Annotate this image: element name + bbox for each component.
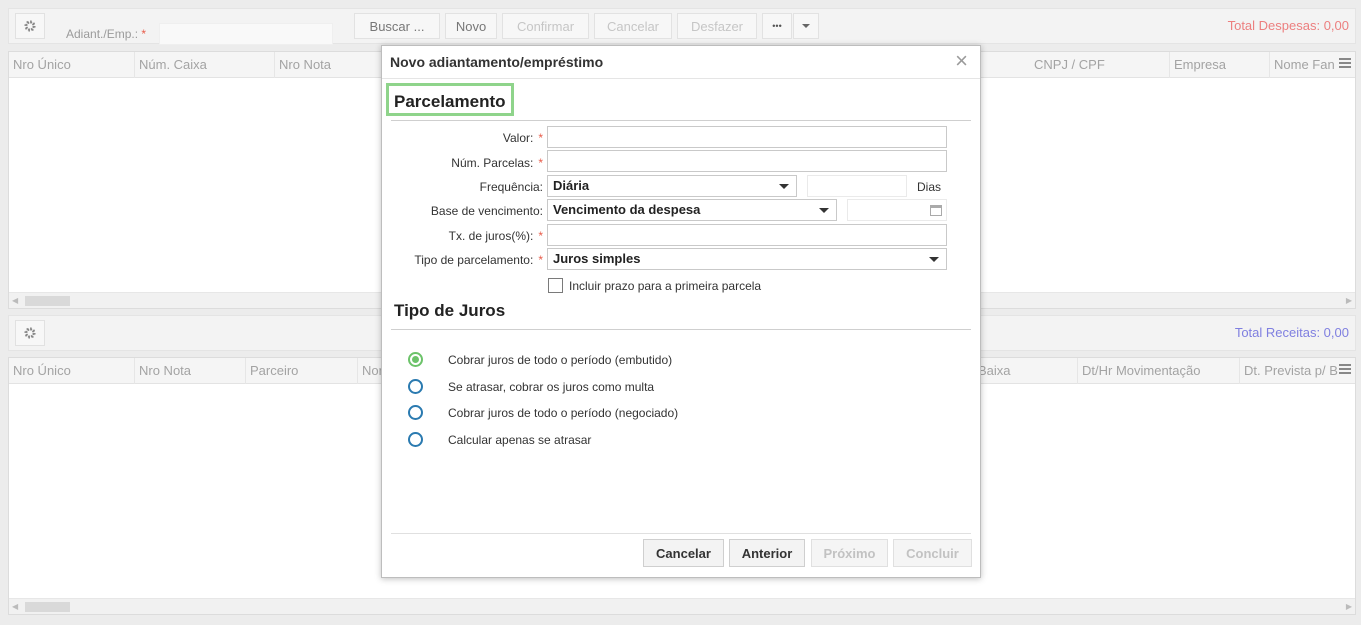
col-nro-unico[interactable]: Nro Único bbox=[9, 52, 135, 78]
frequencia-label: Frequência: bbox=[480, 180, 543, 194]
col-nro-nota[interactable]: Nro Nota bbox=[135, 358, 246, 384]
scroll-right-icon[interactable]: ▶ bbox=[1346, 296, 1352, 305]
adiant-emp-label: Adiant./Emp.: * bbox=[66, 27, 146, 41]
more-dropdown-button[interactable] bbox=[793, 13, 819, 39]
desfazer-button[interactable]: Desfazer bbox=[677, 13, 757, 39]
dias-label: Dias bbox=[917, 180, 942, 194]
col-parceiro[interactable]: Parceiro bbox=[246, 358, 358, 384]
confirmar-button[interactable]: Confirmar bbox=[502, 13, 589, 39]
incluir-prazo-label[interactable]: Incluir prazo para a primeira parcela bbox=[569, 279, 761, 293]
required-mark: * bbox=[538, 229, 543, 243]
anterior-button[interactable]: Anterior bbox=[729, 539, 805, 567]
chevron-down-icon bbox=[819, 208, 829, 213]
adiant-emp-label-text: Adiant./Emp.: bbox=[66, 27, 139, 41]
tx-juros-input[interactable] bbox=[547, 224, 947, 246]
radio-juros-negociado-label[interactable]: Cobrar juros de todo o período (negociad… bbox=[448, 406, 678, 420]
gear-icon bbox=[24, 327, 36, 339]
tx-juros-label-text: Tx. de juros(%): bbox=[448, 229, 534, 243]
more-options-button[interactable]: ••• bbox=[762, 13, 792, 39]
proximo-button[interactable]: Próximo bbox=[811, 539, 888, 567]
settings-gear-button[interactable] bbox=[15, 13, 45, 39]
incluir-prazo-checkbox[interactable] bbox=[548, 278, 563, 293]
cancelar-button[interactable]: Cancelar bbox=[643, 539, 724, 567]
parcelamento-heading: Parcelamento bbox=[386, 83, 514, 116]
chevron-down-icon bbox=[802, 24, 810, 28]
valor-label: Valor: * bbox=[503, 131, 543, 145]
tipo-parcelamento-label-text: Tipo de parcelamento: bbox=[414, 253, 534, 267]
radio-juros-embutido[interactable] bbox=[408, 352, 423, 367]
parcelamento-divider bbox=[391, 120, 971, 121]
radio-calcular-atraso-label[interactable]: Calcular apenas se atrasar bbox=[448, 433, 591, 447]
col-nome-fantasia[interactable]: Nome Fan bbox=[1270, 52, 1340, 78]
frequencia-select[interactable]: Diária bbox=[547, 175, 797, 197]
col-nro-unico[interactable]: Nro Único bbox=[9, 358, 135, 384]
col-cnpj-cpf[interactable]: CNPJ / CPF bbox=[1030, 52, 1170, 78]
adiant-emp-input[interactable] bbox=[159, 23, 333, 45]
chevron-down-icon bbox=[779, 184, 789, 189]
radio-juros-embutido-label[interactable]: Cobrar juros de todo o período (embutido… bbox=[448, 353, 672, 367]
tx-juros-label: Tx. de juros(%): * bbox=[449, 229, 543, 243]
scroll-right-icon[interactable]: ▶ bbox=[1346, 602, 1352, 611]
novo-button[interactable]: Novo bbox=[445, 13, 497, 39]
radio-juros-multa-label[interactable]: Se atrasar, cobrar os juros como multa bbox=[448, 380, 654, 394]
scroll-left-icon[interactable]: ◀ bbox=[12, 296, 18, 305]
receitas-horizontal-scrollbar[interactable]: ◀ ▶ bbox=[9, 598, 1355, 614]
gear-icon bbox=[24, 20, 36, 32]
column-menu-icon[interactable] bbox=[1339, 58, 1351, 70]
total-despesas: Total Despesas: 0,00 bbox=[1227, 18, 1349, 33]
scroll-left-icon[interactable]: ◀ bbox=[12, 602, 18, 611]
required-mark: * bbox=[141, 27, 147, 41]
required-mark: * bbox=[538, 131, 543, 145]
base-vencimento-select[interactable]: Vencimento da despesa bbox=[547, 199, 837, 221]
scroll-thumb[interactable] bbox=[25, 296, 70, 306]
column-menu-icon[interactable] bbox=[1339, 364, 1351, 376]
frequencia-label-text: Frequência: bbox=[479, 180, 543, 194]
settings-gear-button-2[interactable] bbox=[15, 320, 45, 346]
tipo-parcelamento-label: Tipo de parcelamento: * bbox=[414, 253, 543, 267]
num-parcelas-input[interactable] bbox=[547, 150, 947, 172]
valor-label-text: Valor: bbox=[502, 131, 534, 145]
col-dt-hr-movimentacao[interactable]: Dt/Hr Movimentação bbox=[1078, 358, 1240, 384]
col-num-caixa[interactable]: Núm. Caixa bbox=[135, 52, 275, 78]
base-vencimento-label: Base de vencimento: bbox=[431, 204, 543, 218]
col-dt-prevista[interactable]: Dt. Prevista p/ B bbox=[1240, 358, 1340, 384]
frequencia-value: Diária bbox=[553, 178, 590, 193]
dialog-title: Novo adiantamento/empréstimo bbox=[390, 54, 604, 70]
required-mark: * bbox=[538, 156, 543, 170]
total-receitas: Total Receitas: 0,00 bbox=[1234, 325, 1349, 340]
cancelar-toolbar-button[interactable]: Cancelar bbox=[594, 13, 672, 39]
data-vencimento-input[interactable] bbox=[847, 199, 947, 221]
radio-calcular-atraso[interactable] bbox=[408, 432, 423, 447]
num-parcelas-label-text: Núm. Parcelas: bbox=[451, 156, 534, 170]
calendar-icon[interactable] bbox=[930, 205, 942, 216]
tipo-parcelamento-select[interactable]: Juros simples bbox=[547, 248, 947, 270]
title-divider bbox=[382, 78, 980, 79]
col-nro-nota[interactable]: Nro Nota bbox=[275, 52, 382, 78]
chevron-down-icon bbox=[929, 257, 939, 262]
tipo-juros-divider bbox=[391, 329, 971, 330]
num-parcelas-label: Núm. Parcelas: * bbox=[451, 156, 543, 170]
col-empresa[interactable]: Empresa bbox=[1170, 52, 1270, 78]
close-icon[interactable]: × bbox=[955, 50, 968, 72]
radio-juros-negociado[interactable] bbox=[408, 405, 423, 420]
scroll-thumb[interactable] bbox=[25, 602, 70, 612]
radio-juros-multa[interactable] bbox=[408, 379, 423, 394]
tipo-parcelamento-value: Juros simples bbox=[553, 251, 641, 266]
base-vencimento-value: Vencimento da despesa bbox=[553, 202, 701, 217]
concluir-button[interactable]: Concluir bbox=[893, 539, 972, 567]
valor-input[interactable] bbox=[547, 126, 947, 148]
col-baixa[interactable]: Baixa bbox=[974, 358, 1078, 384]
buscar-button[interactable]: Buscar ... bbox=[354, 13, 440, 39]
tipo-juros-heading: Tipo de Juros bbox=[394, 301, 506, 320]
dias-input[interactable] bbox=[807, 175, 907, 197]
novo-adiantamento-dialog: Novo adiantamento/empréstimo × Parcelame… bbox=[381, 45, 981, 578]
base-vencimento-label-text: Base de vencimento: bbox=[430, 204, 543, 218]
required-mark: * bbox=[538, 253, 543, 267]
main-toolbar: Adiant./Emp.: * Buscar ... Novo Confirma… bbox=[8, 8, 1356, 45]
footer-divider bbox=[391, 533, 971, 534]
